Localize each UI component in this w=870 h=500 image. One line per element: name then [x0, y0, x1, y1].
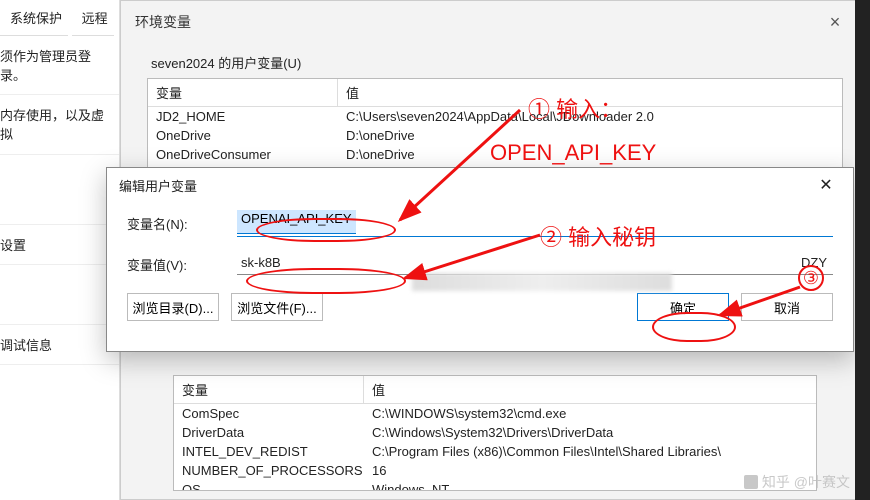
right-dark-edge [855, 0, 870, 500]
cell-val: D:\oneDrive [338, 145, 842, 164]
list-header: 变量 值 [174, 376, 816, 404]
cell-val: D:\oneDrive [338, 126, 842, 145]
table-row[interactable]: NUMBER_OF_PROCESSORS16 [174, 461, 816, 480]
blank-row2 [0, 265, 119, 325]
ok-button[interactable]: 确定 [637, 293, 729, 321]
zhihu-icon [744, 475, 758, 489]
cell-val: C:\WINDOWS\system32\cmd.exe [364, 404, 816, 423]
watermark: 知乎 @叶赛文 [744, 472, 850, 492]
cell-var: OS [174, 480, 364, 491]
edit-title: 编辑用户变量 [119, 176, 197, 195]
hdr-val[interactable]: 值 [364, 376, 816, 403]
cell-val: C:\Users\seven2024\AppData\Local\JDownlo… [338, 107, 842, 126]
table-row[interactable]: OneDriveConsumerD:\oneDrive [148, 145, 842, 164]
var-name-label: 变量名(N): [127, 214, 237, 233]
close-icon[interactable]: ✕ [811, 175, 841, 195]
table-row[interactable]: DriverDataC:\Windows\System32\Drivers\Dr… [174, 423, 816, 442]
cell-var: INTEL_DEV_REDIST [174, 442, 364, 461]
table-row[interactable]: ComSpecC:\WINDOWS\system32\cmd.exe [174, 404, 816, 423]
close-icon[interactable]: × [815, 12, 855, 33]
masked-value [412, 273, 672, 291]
list-header: 变量 值 [148, 79, 842, 107]
tab-remote[interactable]: 远程 [72, 0, 114, 36]
mem-note: 内存使用，以及虚拟 [0, 95, 119, 155]
cell-var: OneDriveConsumer [148, 145, 338, 164]
cell-val: C:\Program Files (x86)\Common Files\Inte… [364, 442, 816, 461]
debug-row[interactable]: 调试信息 [0, 325, 119, 365]
cell-var: DriverData [174, 423, 364, 442]
var-name-input[interactable]: OPENAI_API_KEY [237, 210, 356, 234]
system-vars-list[interactable]: 变量 值 ComSpecC:\WINDOWS\system32\cmd.exe … [173, 375, 817, 491]
admin-note: 须作为管理员登录。 [0, 36, 119, 95]
var-value-label: 变量值(V): [127, 255, 237, 274]
table-row[interactable]: JD2_HOMEC:\Users\seven2024\AppData\Local… [148, 107, 842, 126]
user-vars-label: seven2024 的用户变量(U) [121, 43, 869, 78]
cell-var: JD2_HOME [148, 107, 338, 126]
value-prefix: sk-k8B [241, 255, 281, 270]
cell-var: OneDrive [148, 126, 338, 145]
user-vars-list[interactable]: 变量 值 JD2_HOMEC:\Users\seven2024\AppData\… [147, 78, 843, 170]
tab-system-protect[interactable]: 系统保护 [0, 0, 68, 36]
table-row[interactable]: OneDriveD:\oneDrive [148, 126, 842, 145]
var-value-input[interactable]: sk-k8B DZY [237, 253, 833, 275]
hdr-var[interactable]: 变量 [148, 79, 338, 106]
edit-user-var-dialog: 编辑用户变量 ✕ 变量名(N): OPENAI_API_KEY 变量值(V): … [106, 167, 854, 352]
settings-row[interactable]: 设置 [0, 225, 119, 265]
cancel-button[interactable]: 取消 [741, 293, 833, 321]
env-title: 环境变量 [135, 12, 191, 32]
table-row[interactable]: OSWindows_NT [174, 480, 816, 491]
cell-val: C:\Windows\System32\Drivers\DriverData [364, 423, 816, 442]
var-name-field: 变量名(N): OPENAI_API_KEY [107, 202, 853, 245]
browse-file-button[interactable]: 浏览文件(F)... [231, 293, 323, 321]
watermark-text: 知乎 @叶赛文 [762, 474, 850, 490]
blank-row [0, 155, 119, 225]
sysprops-left-strip: 系统保护 远程 须作为管理员登录。 内存使用，以及虚拟 设置 调试信息 [0, 0, 120, 500]
edit-titlebar: 编辑用户变量 ✕ [107, 168, 853, 202]
env-titlebar: 环境变量 × [121, 1, 869, 43]
cell-var: NUMBER_OF_PROCESSORS [174, 461, 364, 480]
browse-dir-button[interactable]: 浏览目录(D)... [127, 293, 219, 321]
hdr-var[interactable]: 变量 [174, 376, 364, 403]
cell-var: ComSpec [174, 404, 364, 423]
value-suffix: DZY [801, 255, 827, 270]
hdr-val[interactable]: 值 [338, 79, 842, 106]
table-row[interactable]: INTEL_DEV_REDISTC:\Program Files (x86)\C… [174, 442, 816, 461]
